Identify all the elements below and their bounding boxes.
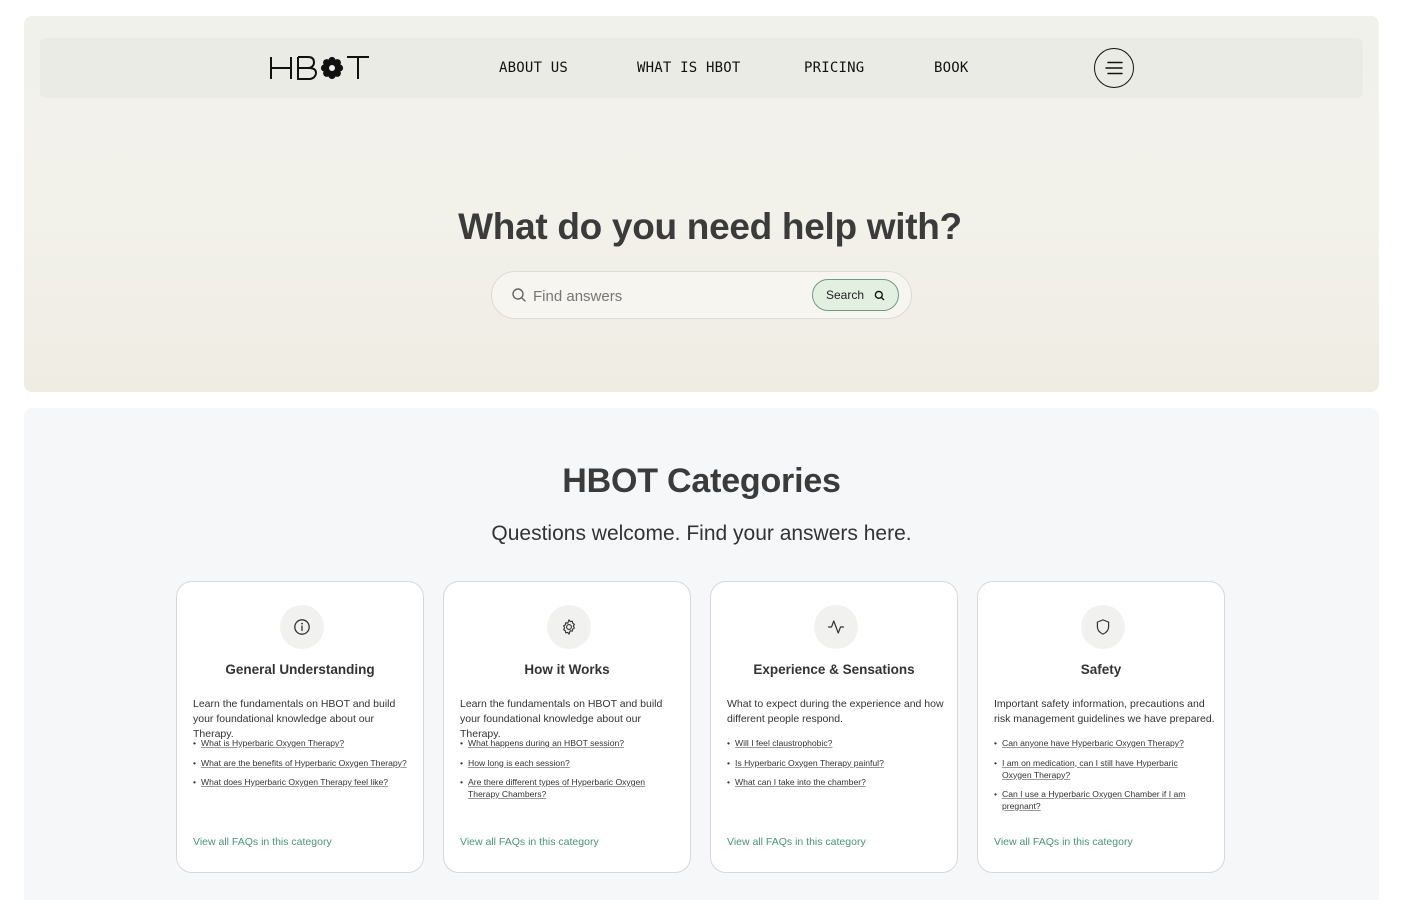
navbar: ABOUT US WHAT IS HBOT PRICING BOOK <box>40 38 1363 98</box>
card-title: Experience & Sensations <box>753 662 915 677</box>
gear-icon <box>547 605 591 649</box>
question-link[interactable]: How long is each session? <box>468 758 570 768</box>
list-item: What can I take into the chamber? <box>727 776 941 788</box>
list-item: What happens during an HBOT session? <box>460 737 674 749</box>
shield-icon <box>1081 605 1125 649</box>
question-link[interactable]: What does Hyperbaric Oxygen Therapy feel… <box>201 777 388 787</box>
question-link[interactable]: Will I feel claustrophobic? <box>735 738 832 748</box>
search-icon <box>874 290 885 300</box>
nav-link-what-is-hbot[interactable]: WHAT IS HBOT <box>637 58 741 78</box>
card-description: Important safety information, precaution… <box>994 698 1215 725</box>
list-item: I am on medication, can I still have Hyp… <box>994 757 1208 781</box>
hamburger-menu-icon <box>1105 61 1123 75</box>
view-all-faqs-link[interactable]: View all FAQs in this category <box>193 836 332 848</box>
question-link[interactable]: What can I take into the chamber? <box>735 777 866 787</box>
question-link[interactable]: What is Hyperbaric Oxygen Therapy? <box>201 738 344 748</box>
list-item: What is Hyperbaric Oxygen Therapy? <box>193 737 407 749</box>
search-icon <box>512 288 526 302</box>
card-title: How it Works <box>524 662 610 677</box>
card-description: What to expect during the experience and… <box>727 698 944 725</box>
view-all-faqs-link[interactable]: View all FAQs in this category <box>994 836 1133 848</box>
question-link[interactable]: What happens during an HBOT session? <box>468 738 624 748</box>
list-item: Are there different types of Hyperbaric … <box>460 776 674 800</box>
menu-button[interactable] <box>1094 48 1134 88</box>
list-item: What are the benefits of Hyperbaric Oxyg… <box>193 757 407 769</box>
card-question-list: Can anyone have Hyperbaric Oxygen Therap… <box>994 737 1208 820</box>
list-item: Will I feel claustrophobic? <box>727 737 941 749</box>
question-link[interactable]: Can I use a Hyperbaric Oxygen Chamber if… <box>1002 789 1185 811</box>
question-link[interactable]: I am on medication, can I still have Hyp… <box>1002 758 1178 780</box>
category-card-how-it-works: How it Works Learn the fundamentals on H… <box>443 581 691 873</box>
category-card-general-understanding: General Understanding Learn the fundamen… <box>176 581 424 873</box>
category-card-experience-sensations: Experience & Sensations What to expect d… <box>710 581 958 873</box>
search-bar: Search <box>491 271 912 319</box>
card-description: Learn the fundamentals on HBOT and build… <box>193 698 396 740</box>
list-item: Is Hyperbaric Oxygen Therapy painful? <box>727 757 941 769</box>
categories-section: HBOT Categories Questions welcome. Find … <box>24 408 1379 900</box>
search-button-label: Search <box>825 288 865 302</box>
hero-section: ABOUT US WHAT IS HBOT PRICING BOOK What … <box>24 16 1379 392</box>
list-item: Can anyone have Hyperbaric Oxygen Therap… <box>994 737 1208 749</box>
list-item: Can I use a Hyperbaric Oxygen Chamber if… <box>994 788 1208 812</box>
question-link[interactable]: What are the benefits of Hyperbaric Oxyg… <box>201 758 407 768</box>
list-item: How long is each session? <box>460 757 674 769</box>
question-link[interactable]: Is Hyperbaric Oxygen Therapy painful? <box>735 758 884 768</box>
card-question-list: Will I feel claustrophobic? Is Hyperbari… <box>727 737 941 796</box>
card-question-list: What happens during an HBOT session? How… <box>460 737 674 808</box>
nav-link-pricing[interactable]: PRICING <box>804 58 864 78</box>
search-input[interactable] <box>533 282 803 310</box>
card-question-list: What is Hyperbaric Oxygen Therapy? What … <box>193 737 407 796</box>
activity-pulse-icon <box>814 605 858 649</box>
card-description: Learn the fundamentals on HBOT and build… <box>460 698 663 740</box>
nav-link-about-us[interactable]: ABOUT US <box>499 58 568 78</box>
section-title: HBOT Categories <box>562 462 841 500</box>
category-card-safety: Safety Important safety information, pre… <box>977 581 1225 873</box>
logo[interactable] <box>269 55 370 81</box>
nav-link-book[interactable]: BOOK <box>934 58 969 78</box>
hero-title: What do you need help with? <box>458 206 962 247</box>
card-title: Safety <box>1080 662 1122 677</box>
question-link[interactable]: Can anyone have Hyperbaric Oxygen Therap… <box>1002 738 1184 748</box>
card-title: General Understanding <box>225 662 375 677</box>
info-icon <box>280 605 324 649</box>
view-all-faqs-link[interactable]: View all FAQs in this category <box>727 836 866 848</box>
view-all-faqs-link[interactable]: View all FAQs in this category <box>460 836 599 848</box>
section-subtitle: Questions welcome. Find your answers her… <box>491 522 912 545</box>
search-button[interactable]: Search <box>812 279 899 311</box>
logo-wordmark-icon <box>270 56 369 80</box>
list-item: What does Hyperbaric Oxygen Therapy feel… <box>193 776 407 788</box>
question-link[interactable]: Are there different types of Hyperbaric … <box>468 777 645 799</box>
